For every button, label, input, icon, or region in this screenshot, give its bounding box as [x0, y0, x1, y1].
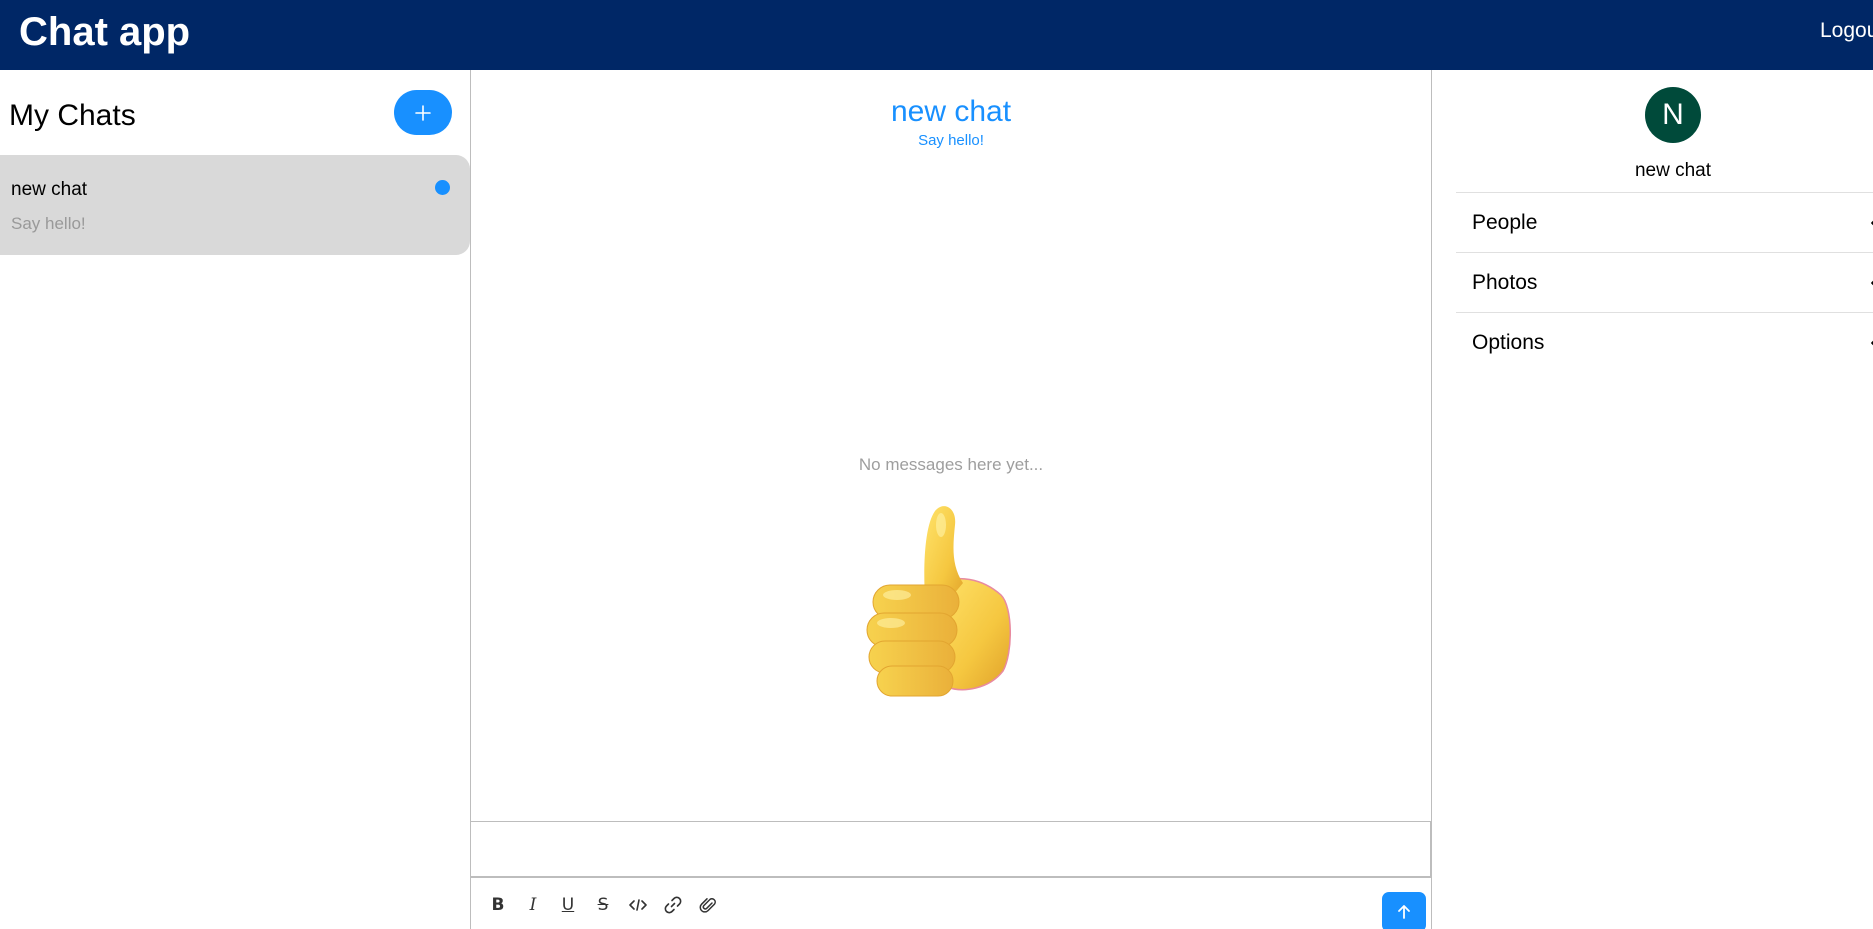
logout-button[interactable]: Logout: [1820, 19, 1873, 43]
chat-subtitle: Say hello!: [918, 132, 984, 149]
chat-feed: new chat Say hello! No messages here yet…: [471, 70, 1431, 929]
chat-settings-title: new chat: [1634, 160, 1712, 181]
unread-indicator: [435, 180, 450, 195]
chat-settings-panel: N new chat People Photos Options: [1431, 70, 1873, 929]
arrow-up-icon: [1398, 905, 1410, 919]
chat-card-title: new chat: [11, 179, 88, 200]
thumbs-up-illustration: [866, 506, 1011, 697]
send-button[interactable]: [1382, 892, 1426, 929]
link-icon[interactable]: [660, 892, 686, 918]
people-label: People: [1472, 211, 1538, 234]
underline-icon[interactable]: U: [555, 892, 581, 918]
people-section[interactable]: People: [1456, 192, 1873, 252]
chat-card[interactable]: new chat Say hello!: [0, 155, 470, 255]
empty-state-text: No messages here yet...: [858, 455, 1044, 474]
options-label: Options: [1472, 331, 1545, 354]
italic-icon[interactable]: I: [520, 892, 546, 918]
options-section[interactable]: Options: [1456, 312, 1873, 372]
top-bar: Chat app Logout: [0, 0, 1873, 70]
chat-list-title: My Chats: [9, 99, 136, 132]
chat-list-panel: My Chats new chat Say hello!: [0, 70, 471, 929]
composer-toolbar: B I U S: [471, 877, 1431, 929]
plus-icon: [415, 104, 431, 121]
app-title: Chat app: [19, 10, 191, 54]
photos-section[interactable]: Photos: [1456, 252, 1873, 312]
chat-card-preview: Say hello!: [11, 214, 86, 233]
photos-label: Photos: [1472, 271, 1538, 294]
bold-icon[interactable]: B: [485, 892, 511, 918]
chevron-left-icon: [1871, 340, 1873, 346]
chat-title: new chat: [890, 95, 1012, 128]
new-chat-button[interactable]: [394, 90, 452, 135]
chevron-left-icon: [1871, 220, 1873, 226]
chevron-left-icon: [1871, 280, 1873, 286]
message-input[interactable]: [471, 821, 1431, 877]
strikethrough-icon[interactable]: S: [590, 892, 616, 918]
avatar: N: [1645, 87, 1701, 143]
attachment-icon[interactable]: [695, 892, 721, 918]
code-icon[interactable]: [625, 892, 651, 918]
